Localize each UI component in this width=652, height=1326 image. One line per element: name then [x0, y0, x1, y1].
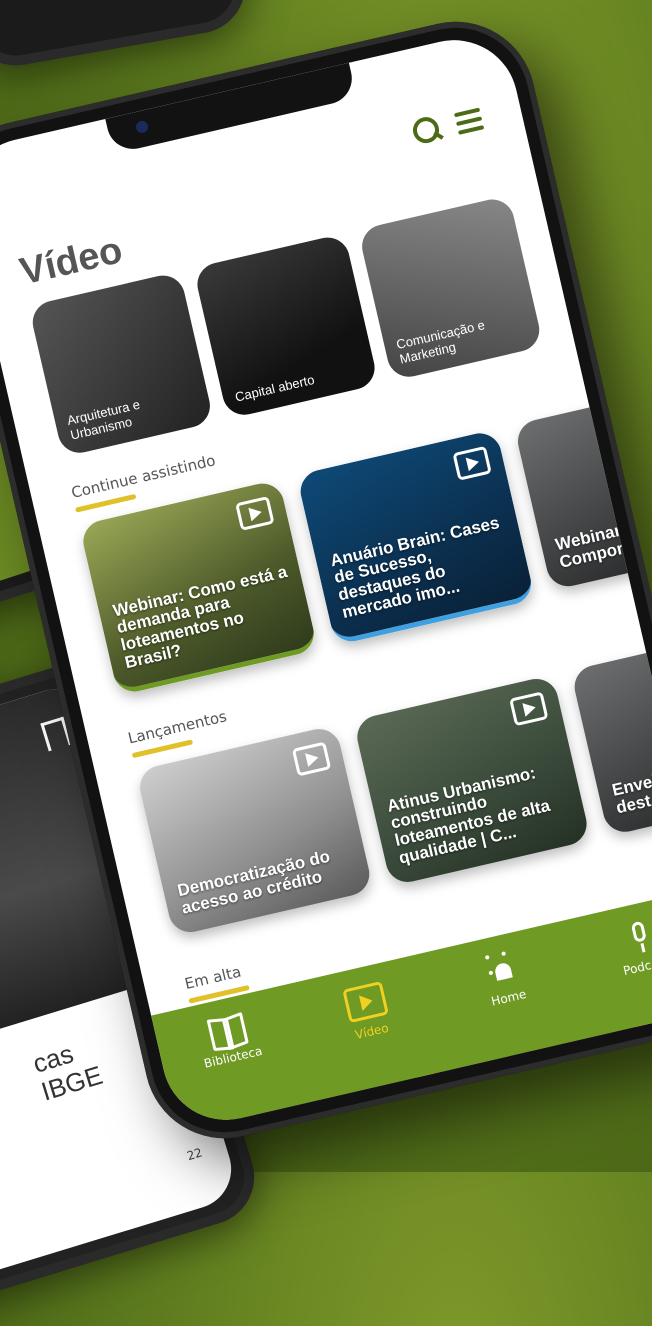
- video-title: Webinar imobiliár Comport do consu: [553, 504, 652, 573]
- tab-label: Podcast: [621, 953, 652, 979]
- tab-biblioteca[interactable]: Biblioteca: [180, 1007, 278, 1074]
- video-title: Democratização do acesso ao crédito: [175, 846, 332, 918]
- video-title: Envell da po brasi dest: [610, 749, 652, 818]
- section-title: Continue assistindo: [69, 451, 218, 502]
- menu-icon[interactable]: [453, 107, 485, 135]
- video-card[interactable]: Democratização do acesso ao crédito: [135, 724, 374, 937]
- tab-bar: Biblioteca Vídeo Home Podcast: [151, 888, 652, 1133]
- mic-icon: [626, 920, 652, 956]
- video-card[interactable]: Webinar: Como está a demanda para loteam…: [79, 479, 319, 696]
- category-card-capital-aberto[interactable]: Capital aberto: [193, 233, 379, 420]
- play-icon: [291, 741, 332, 777]
- video-card[interactable]: Anuário Brain: Cases de Sucesso, destaqu…: [296, 429, 536, 646]
- video-card[interactable]: Atinus Urbanismo: construindo loteamento…: [352, 674, 591, 887]
- tab-home[interactable]: Home: [455, 944, 554, 1015]
- background-headline: cas IBGE: [29, 1038, 106, 1107]
- video-icon: [341, 981, 389, 1024]
- tab-label: Vídeo: [353, 1020, 390, 1043]
- camera-icon: [134, 119, 150, 135]
- video-title: Atinus Urbanismo: construindo loteamento…: [384, 762, 552, 868]
- tab-label: Home: [489, 986, 528, 1009]
- top-bar: [410, 105, 485, 148]
- video-title: Projetos Especiais:: [453, 1059, 611, 1114]
- play-icon: [509, 691, 549, 727]
- video-title: Anuário Brain: Cases de Sucesso, destaqu…: [328, 512, 502, 623]
- category-label: Capital aberto: [233, 371, 316, 405]
- video-title: Webinar: Como está a demanda para loteam…: [111, 561, 289, 673]
- video-card[interactable]: Webinar imobiliár Comport do consu: [513, 378, 652, 591]
- background-footnote: 22: [185, 1145, 204, 1164]
- category-label: Comunicação e Marketing: [394, 317, 487, 367]
- background-phone-top: [0, 0, 253, 74]
- search-icon[interactable]: [410, 114, 444, 148]
- notch: [105, 62, 357, 155]
- category-label: Arquitetura e Urbanismo: [65, 397, 142, 443]
- tab-podcast[interactable]: Podcast: [592, 912, 652, 983]
- sun-icon: [483, 950, 521, 988]
- section-lancamentos: Lançamentos: [126, 707, 231, 759]
- book-icon: [206, 1013, 247, 1048]
- category-card-comunicacao[interactable]: Comunicação e Marketing: [357, 195, 544, 382]
- page-title: Vídeo: [16, 229, 127, 294]
- play-icon: [235, 495, 275, 531]
- category-card-arquitetura[interactable]: Arquitetura e Urbanismo: [28, 271, 215, 458]
- tab-video[interactable]: Vídeo: [317, 975, 417, 1048]
- play-icon: [452, 445, 492, 481]
- section-title: Lançamentos: [126, 707, 229, 748]
